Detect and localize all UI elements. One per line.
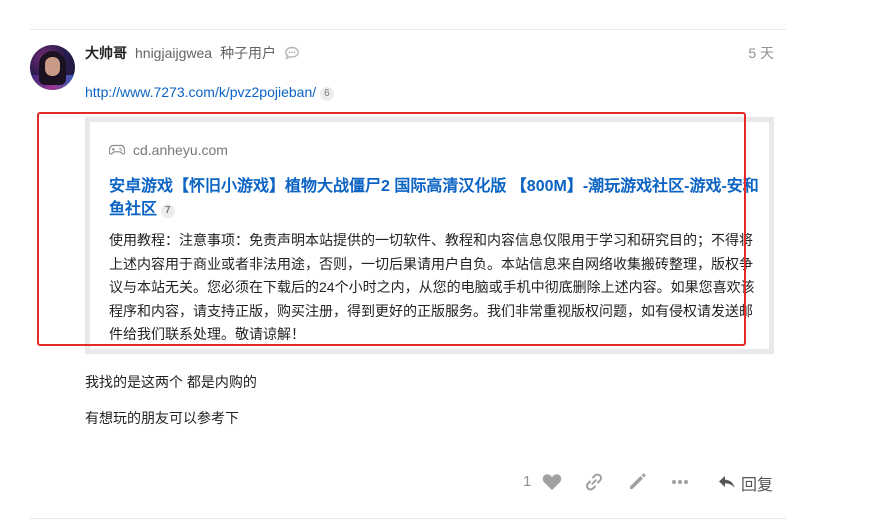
top-divider xyxy=(30,29,786,30)
reply-label: 回复 xyxy=(741,477,774,494)
chat-bubble-icon[interactable] xyxy=(284,46,300,60)
link-click-count: 6 xyxy=(320,87,334,101)
link-icon[interactable] xyxy=(584,472,604,492)
post-paragraph: 我找的是这两个 都是内购的 xyxy=(85,374,257,390)
bottom-divider xyxy=(30,518,786,519)
reply-icon xyxy=(719,476,735,488)
username[interactable]: 大帅哥 xyxy=(85,43,127,63)
post-link-text[interactable]: http://www.7273.com/k/pvz2pojieban/ xyxy=(85,84,316,100)
post-meta: 大帅哥 hnigjaijgwea 种子用户 xyxy=(85,43,300,63)
post-paragraph: 有想玩的朋友可以参考下 xyxy=(85,410,239,426)
like-count[interactable]: 1 xyxy=(523,473,531,490)
avatar[interactable] xyxy=(30,45,75,90)
post-date[interactable]: 5 天 xyxy=(748,43,774,63)
user-title: 种子用户 xyxy=(220,45,277,61)
more-icon[interactable] xyxy=(670,472,690,492)
pencil-icon[interactable] xyxy=(627,472,647,492)
highlight-annotation-box xyxy=(37,112,746,346)
user-full-name[interactable]: hnigjaijgwea xyxy=(135,45,212,61)
heart-icon[interactable] xyxy=(542,472,562,492)
reply-button[interactable]: 回复 xyxy=(718,471,773,495)
post-link[interactable]: http://www.7273.com/k/pvz2pojieban/6 xyxy=(85,84,334,101)
